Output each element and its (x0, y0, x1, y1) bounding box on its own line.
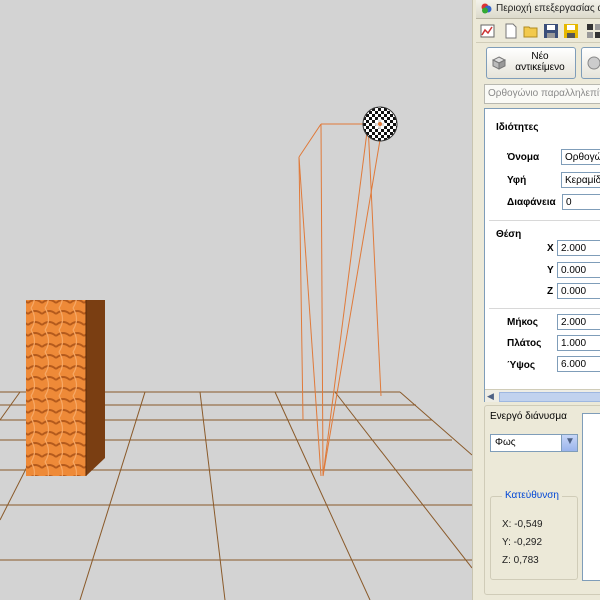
new-file-icon[interactable] (503, 23, 519, 39)
direction-z: Z: 0,783 (502, 555, 539, 566)
selected-box-wireframe (298, 123, 382, 477)
chart-icon[interactable] (480, 23, 496, 39)
x-label: X (547, 243, 554, 254)
active-vector-value: Φως (495, 437, 516, 448)
divider (489, 308, 600, 309)
height-field[interactable]: 6.000 (557, 356, 600, 372)
scene-canvas[interactable] (0, 0, 472, 600)
name-label: Όνομα (507, 152, 540, 163)
save-icon[interactable] (543, 23, 559, 39)
textured-box (26, 300, 105, 476)
vector-preview[interactable] (582, 413, 600, 581)
cube-icon (492, 56, 506, 70)
z-field[interactable]: 0.000 (557, 283, 600, 299)
secondary-object-button[interactable] (581, 47, 600, 79)
texture-label: Υφή (507, 175, 527, 186)
new-object-label: Νέο αντικείμενο (515, 51, 565, 73)
width-field[interactable]: 1.000 (557, 335, 600, 351)
light-sphere (362, 106, 398, 142)
properties-title: Ιδιότητες (496, 122, 539, 133)
divider (489, 220, 600, 221)
scrollbar-thumb[interactable] (499, 392, 600, 402)
direction-title: Κατεύθυνση (502, 490, 562, 501)
active-vector-label: Ενεργό διάνυσμα (490, 411, 567, 422)
panel-titlebar[interactable]: Περιοχή επεξεργασίας αν (476, 0, 600, 19)
length-field[interactable]: 2.000 (557, 314, 600, 330)
new-object-button[interactable]: Νέο αντικείμενο (486, 47, 576, 79)
app-icon (481, 3, 492, 14)
object-selector[interactable]: Ορθογώνιο παραλληλεπίπεδο (484, 84, 600, 104)
editor-panel: Περιοχή επεξεργασίας αν Νέο αντικείμενο (476, 0, 600, 600)
texture-field[interactable]: Κεραμίδι (561, 172, 600, 188)
z-label: Z (547, 286, 554, 297)
properties-grid: Ιδιότητες Όνομα Ορθογώ Υφή Κεραμίδι Διαφ… (484, 108, 600, 402)
open-folder-icon[interactable] (523, 23, 539, 39)
dropdown-button[interactable]: ▼ (561, 435, 577, 451)
save-all-icon[interactable] (563, 23, 579, 39)
position-label: Θέση (496, 229, 522, 240)
chevron-down-icon: ▼ (565, 436, 575, 447)
toolbar (476, 20, 600, 43)
panel-title: Περιοχή επεξεργασίας αν (496, 3, 600, 14)
y-field[interactable]: 0.000 (557, 262, 600, 278)
x-field[interactable]: 2.000 (557, 240, 600, 256)
width-label: Πλάτος (507, 338, 542, 349)
height-label: Ύψος (507, 360, 536, 371)
direction-x: X: -0,549 (502, 519, 543, 530)
y-label: Y (547, 265, 554, 276)
scroll-left-icon[interactable]: ◀ (487, 391, 494, 402)
object-selector-text: Ορθογώνιο παραλληλεπίπεδο (488, 88, 600, 99)
active-vector-select[interactable]: Φως ▼ (490, 434, 578, 452)
3d-viewport[interactable] (0, 0, 472, 600)
transparency-field[interactable]: 0 (562, 194, 600, 210)
grid-icon[interactable] (586, 23, 600, 39)
length-label: Μήκος (507, 317, 538, 328)
horizontal-scrollbar[interactable]: ◀ (485, 389, 600, 402)
transparency-label: Διαφάνεια (507, 197, 556, 208)
direction-y: Y: -0,292 (502, 537, 543, 548)
name-field[interactable]: Ορθογώ (561, 149, 600, 165)
sphere-icon (587, 56, 600, 70)
